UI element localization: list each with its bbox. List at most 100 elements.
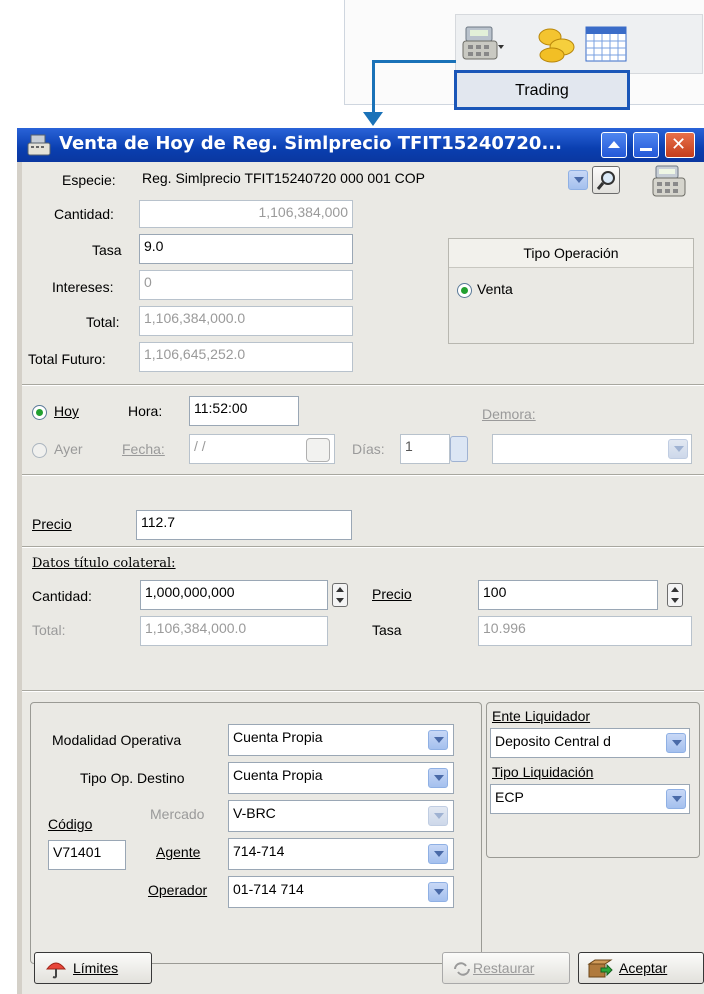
divider	[22, 384, 704, 386]
connector-line-horizontal	[372, 60, 456, 63]
liquidacion-group	[486, 702, 700, 858]
hora-field[interactable]: 11:52:00	[189, 396, 299, 426]
precio-label: Precio	[32, 516, 72, 532]
limites-button[interactable]: Límites	[34, 952, 152, 984]
ente-liquidador-dropdown-button[interactable]	[666, 733, 686, 753]
especie-dropdown-button[interactable]	[568, 170, 588, 190]
search-button[interactable]	[592, 166, 620, 194]
intereses-field[interactable]: 0	[139, 270, 353, 300]
arrow-down-icon	[363, 112, 383, 126]
calendar-grid-icon[interactable]	[584, 23, 630, 65]
umbrella-icon	[45, 962, 67, 979]
hoy-label: Hoy	[54, 403, 79, 419]
restore-window-button[interactable]	[601, 132, 627, 158]
ayer-radio[interactable]	[32, 443, 47, 458]
trading-label: Trading	[515, 82, 569, 99]
dias-spinner[interactable]	[450, 436, 468, 462]
colateral-cantidad-field[interactable]: 1,000,000,000	[140, 580, 328, 610]
colateral-precio-label: Precio	[372, 586, 412, 602]
venta-radio[interactable]	[457, 283, 472, 298]
intereses-label: Intereses:	[52, 279, 114, 295]
title-bar[interactable]: Venta de Hoy de Reg. Simlprecio TFIT1524…	[17, 128, 704, 162]
aceptar-button[interactable]: Aceptar	[578, 952, 704, 984]
toolbar-icon-strip	[455, 14, 703, 74]
venta-radio-label: Venta	[477, 281, 513, 297]
total-field[interactable]: 1,106,384,000.0	[139, 306, 353, 336]
close-icon: ✕	[671, 134, 687, 155]
trading-menu-button[interactable]: Trading	[454, 70, 630, 110]
ente-liquidador-combo[interactable]: Deposito Central d	[490, 728, 690, 758]
dias-label: Días:	[352, 441, 385, 457]
limites-label: Límites	[73, 960, 119, 976]
mercado-value: V-BRC	[233, 805, 276, 821]
divider	[22, 546, 704, 548]
tipo-liquidacion-value: ECP	[495, 789, 524, 805]
precio-field[interactable]: 112.7	[136, 510, 352, 540]
tipo-liquidacion-label: Tipo Liquidación	[492, 764, 594, 780]
especie-combo[interactable]: Reg. Simlprecio TFIT15240720 000 001 COP	[138, 166, 590, 196]
mercado-dropdown-button[interactable]	[428, 806, 448, 826]
tasa-field[interactable]: 9.0	[139, 234, 353, 264]
tipo-destino-combo[interactable]: Cuenta Propia	[228, 762, 454, 794]
tipo-liquidacion-dropdown-button[interactable]	[666, 789, 686, 809]
minimize-window-button[interactable]	[633, 132, 659, 158]
colateral-cantidad-label: Cantidad:	[32, 588, 92, 604]
coins-icon[interactable]	[536, 23, 582, 65]
cash-register-icon[interactable]	[460, 23, 506, 65]
colateral-precio-spinner[interactable]	[667, 583, 683, 607]
accept-package-icon	[587, 959, 613, 978]
restaurar-label: Restaurar	[473, 960, 535, 976]
colateral-cantidad-spinner[interactable]	[332, 583, 348, 607]
demora-combo[interactable]	[492, 434, 692, 464]
ente-liquidador-label: Ente Liquidador	[492, 708, 591, 724]
cantidad-field[interactable]: 1,106,384,000	[139, 200, 353, 228]
tipo-operacion-title: Tipo Operación	[449, 239, 693, 268]
restaurar-button[interactable]: Restaurar	[442, 952, 570, 984]
mercado-combo[interactable]: V-BRC	[228, 800, 454, 832]
modalidad-dropdown-button[interactable]	[428, 730, 448, 750]
tipo-destino-dropdown-button[interactable]	[428, 768, 448, 788]
operador-value: 01-714 714	[233, 881, 304, 897]
especie-label: Especie:	[62, 172, 116, 188]
agente-dropdown-button[interactable]	[428, 844, 448, 864]
colateral-tasa-field[interactable]: 10.996	[478, 616, 692, 646]
divider	[22, 474, 704, 476]
cash-register-icon[interactable]	[650, 164, 692, 203]
colateral-total-label: Total:	[32, 622, 66, 638]
mercado-label: Mercado	[150, 806, 205, 822]
aceptar-label: Aceptar	[619, 960, 668, 976]
hoy-radio[interactable]	[32, 405, 47, 420]
divider	[22, 690, 704, 692]
demora-label: Demora:	[482, 406, 536, 422]
connector-line-vertical	[372, 60, 375, 118]
colateral-precio-field[interactable]: 100	[478, 580, 658, 610]
close-window-button[interactable]: ✕	[665, 132, 695, 158]
tipo-liquidacion-combo[interactable]: ECP	[490, 784, 690, 814]
modalidad-combo[interactable]: Cuenta Propia	[228, 724, 454, 756]
colateral-title: Datos título colateral:	[32, 556, 176, 571]
total-futuro-field[interactable]: 1,106,645,252.0	[139, 342, 353, 372]
agente-combo[interactable]: 714-714	[228, 838, 454, 870]
window-title: Venta de Hoy de Reg. Simlprecio TFIT1524…	[59, 133, 562, 154]
search-icon	[596, 171, 615, 190]
chevron-up-icon	[608, 141, 620, 148]
ente-liquidador-value: Deposito Central d	[495, 733, 611, 749]
modalidad-label: Modalidad Operativa	[52, 732, 182, 748]
total-label: Total:	[86, 314, 120, 330]
hora-label: Hora:	[128, 403, 163, 419]
fecha-label: Fecha:	[122, 441, 165, 457]
operador-combo[interactable]: 01-714 714	[228, 876, 454, 908]
operador-dropdown-button[interactable]	[428, 882, 448, 902]
refresh-icon	[454, 962, 470, 976]
cash-register-icon	[27, 134, 53, 159]
operador-label: Operador	[148, 882, 208, 898]
demora-dropdown-button[interactable]	[668, 439, 688, 459]
codigo-field[interactable]: V71401	[48, 840, 126, 870]
cantidad-label: Cantidad:	[54, 206, 114, 222]
dias-field[interactable]: 1	[400, 434, 450, 464]
ayer-label: Ayer	[54, 441, 83, 457]
calendar-button[interactable]	[306, 438, 330, 462]
codigo-label: Código	[48, 816, 93, 832]
colateral-total-field[interactable]: 1,106,384,000.0	[140, 616, 328, 646]
total-futuro-label: Total Futuro:	[28, 351, 106, 367]
